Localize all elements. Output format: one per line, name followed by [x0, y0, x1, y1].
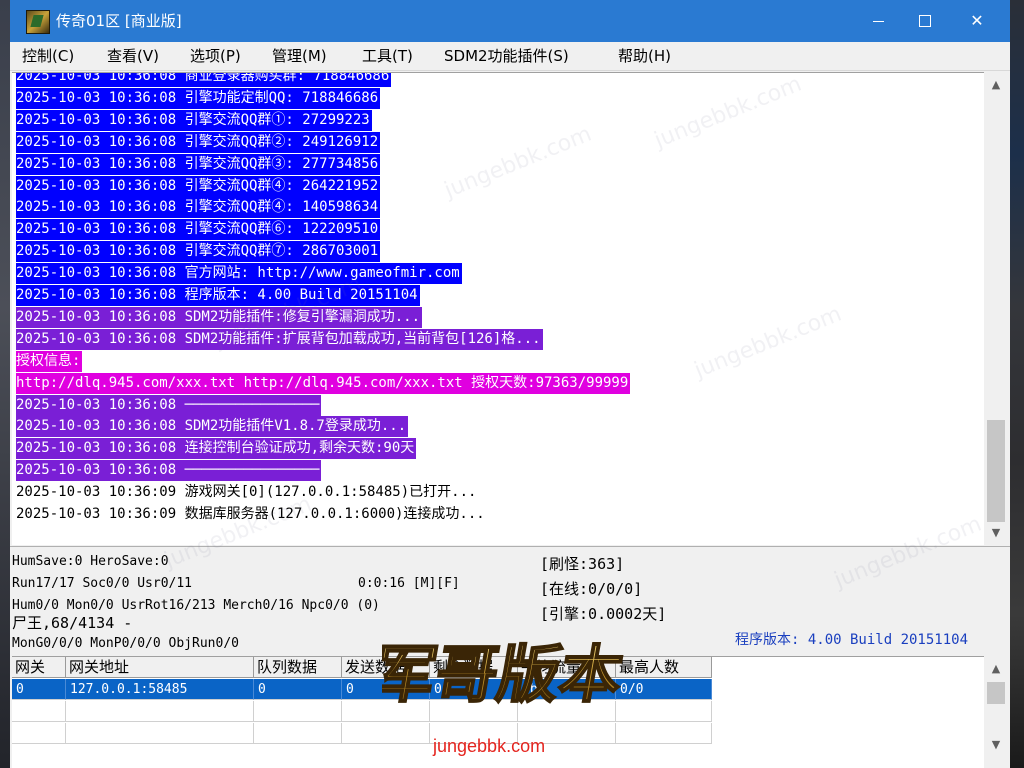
grid-cell-empty	[66, 723, 254, 744]
menu-options[interactable]: 选项(P)	[190, 46, 241, 66]
status-version: 程序版本: 4.00 Build 20151104	[735, 632, 969, 648]
grid-scroll-down-icon[interactable]: ▼	[984, 734, 1008, 756]
grid-col-queue[interactable]: 队列数据	[254, 657, 342, 678]
grid-scroll-up-icon[interactable]: ▲	[984, 658, 1008, 680]
status-save: HumSave:0 HeroSave:0	[12, 554, 169, 569]
log-line: 2025-10-03 10:36:08 官方网站: http://www.gam…	[16, 263, 462, 285]
log-line: 2025-10-03 10:36:08 ────────────────	[16, 394, 322, 416]
log-line: 2025-10-03 10:36:08 SDM2功能插件:修复引擎漏洞成功...	[16, 306, 423, 328]
close-button[interactable]: ✕	[954, 0, 1000, 42]
log-scrollbar[interactable]: ▲ ▼	[984, 72, 1008, 544]
grid-scrollbar-thumb[interactable]	[987, 682, 1005, 704]
status-run: Run17/17 Soc0/0 Usr0/11	[12, 576, 193, 591]
window-title: 传奇01区 [商业版]	[56, 12, 182, 30]
log-line: 2025-10-03 10:36:08 ────────────────	[16, 460, 322, 482]
menu-view[interactable]: 查看(V)	[107, 46, 159, 66]
log-line: 2025-10-03 10:36:08 引擎交流QQ群④: 264221952	[16, 175, 381, 197]
status-engine: [引擎:0.0002天]	[540, 605, 667, 623]
grid-col-address[interactable]: 网关地址	[66, 657, 254, 678]
grid-cell-empty	[12, 701, 66, 722]
log-line: 2025-10-03 10:36:08 引擎交流QQ群②: 249126912	[16, 131, 381, 153]
desktop-background-left	[0, 0, 10, 768]
status-counts: Hum0/0 Mon0/0 UsrRot16/213 Merch0/16 Npc…	[12, 598, 380, 613]
title-bar[interactable]: 传奇01区 [商业版] ✕	[10, 0, 1010, 42]
site-url: jungebbk.com	[433, 736, 546, 756]
grid-cell-empty	[616, 723, 712, 744]
log-line: 2025-10-03 10:36:08 引擎交流QQ群⑦: 286703001	[16, 241, 381, 263]
grid-cell-address: 127.0.0.1:58485	[66, 679, 254, 700]
log-line: 2025-10-03 10:36:08 引擎交流QQ群①: 27299223	[16, 109, 372, 131]
grid-cell-empty	[342, 723, 430, 744]
log-output[interactable]: 2025-10-03 10:36:08 商业登录器购买群: 718846686 2…	[12, 72, 984, 545]
log-line: 2025-10-03 10:36:08 连接控制台验证成功,剩余天数:90天	[16, 438, 417, 460]
log-line: 2025-10-03 10:36:08 引擎功能定制QQ: 718846686	[16, 87, 381, 109]
minimize-button[interactable]	[856, 0, 902, 42]
log-line: 2025-10-03 10:36:08 商业登录器购买群: 718846686	[16, 73, 392, 87]
menu-help[interactable]: 帮助(H)	[618, 46, 671, 66]
log-line: 2025-10-03 10:36:08 程序版本: 4.00 Build 201…	[16, 285, 420, 306]
log-line: 2025-10-03 10:36:08 引擎交流QQ群⑥: 122209510	[16, 219, 381, 241]
grid-col-gateway[interactable]: 网关	[12, 657, 66, 678]
log-line: 2025-10-03 10:36:08 SDM2功能插件V1.8.7登录成功..…	[16, 416, 409, 438]
menu-bar: 控制(C) 查看(V) 选项(P) 管理(M) 工具(T) SDM2功能插件(S…	[10, 42, 1010, 71]
menu-manage[interactable]: 管理(M)	[272, 46, 327, 66]
table-row-empty[interactable]	[12, 723, 712, 745]
grid-cell-empty	[254, 723, 342, 744]
status-monsters: MonG0/0/0 MonP0/0/0 ObjRun0/0	[12, 636, 239, 651]
scroll-up-icon[interactable]: ▲	[984, 74, 1008, 96]
grid-cell-empty	[66, 701, 254, 722]
grid-cell-empty	[12, 723, 66, 744]
status-boss: 尸王,68/4134 -	[12, 614, 133, 632]
grid-scrollbar[interactable]: ▲ ▼	[984, 656, 1008, 768]
grid-cell-empty	[254, 701, 342, 722]
maximize-icon	[919, 15, 931, 27]
app-window: 传奇01区 [商业版] ✕ 控制(C) 查看(V) 选项(P) 管理(M) 工具…	[10, 0, 1010, 768]
menu-control[interactable]: 控制(C)	[22, 46, 74, 66]
maximize-button[interactable]	[902, 0, 948, 42]
status-online: [在线:0/0/0]	[540, 580, 643, 598]
svg-text:军哥版本: 军哥版本	[382, 637, 629, 710]
log-line: 2025-10-03 10:36:09 游戏网关[0](127.0.0.1:58…	[16, 484, 477, 501]
log-line: 2025-10-03 10:36:08 引擎交流QQ群③: 277734856	[16, 153, 381, 175]
log-line: http://dlq.945.com/xxx.txt http://dlq.94…	[16, 372, 631, 394]
status-refresh: [刷怪:363]	[540, 555, 625, 573]
log-line: 2025-10-03 10:36:08 SDM2功能插件:扩展背包加载成功,当前…	[16, 328, 543, 350]
scroll-down-icon[interactable]: ▼	[984, 522, 1008, 544]
brand-logo: 军哥版本	[382, 636, 630, 711]
log-line: 2025-10-03 10:36:08 引擎交流QQ群④: 140598634	[16, 197, 381, 219]
log-scrollbar-thumb[interactable]	[987, 420, 1005, 522]
status-runtime: 0:0:16 [M][F]	[358, 576, 460, 591]
log-line: 2025-10-03 10:36:09 数据库服务器(127.0.0.1:600…	[16, 506, 485, 522]
grid-cell-gateway: 0	[12, 679, 66, 700]
menu-tools[interactable]: 工具(T)	[362, 46, 413, 66]
app-icon	[26, 10, 50, 34]
grid-cell-queue: 0	[254, 679, 342, 700]
desktop-background-right	[1010, 0, 1024, 768]
log-line: 授权信息:	[16, 350, 83, 372]
minimize-icon	[873, 21, 884, 22]
menu-sdm2-plugin[interactable]: SDM2功能插件(S)	[444, 46, 569, 66]
close-icon: ✕	[970, 11, 984, 30]
